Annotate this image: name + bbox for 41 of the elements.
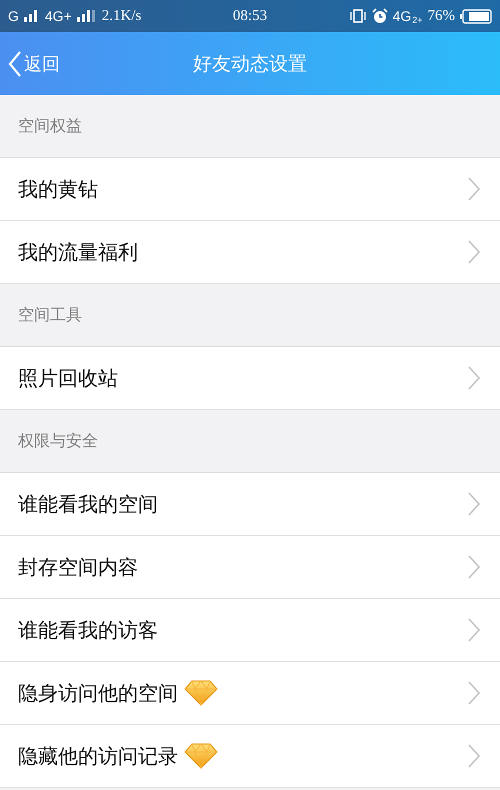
settings-row[interactable]: 封存空间内容 — [0, 536, 500, 599]
settings-row[interactable]: 隐藏他的访问记录 — [0, 725, 500, 788]
settings-row[interactable]: 谁能看我的访客 — [0, 599, 500, 662]
network-speed: 2.1K/s — [102, 8, 142, 24]
signal-icon — [24, 10, 40, 22]
section-title: 空间工具 — [18, 304, 82, 326]
row-label: 封存空间内容 — [18, 554, 138, 580]
network-label: G — [8, 8, 19, 24]
section-title: 空间权益 — [18, 116, 82, 136]
signal-icon — [76, 10, 97, 22]
chevron-icon — [468, 366, 480, 390]
settings-row[interactable]: 隐身访问他的空间 — [0, 662, 500, 725]
chevron-icon — [468, 744, 480, 768]
chevron-icon — [468, 681, 480, 705]
settings-row[interactable]: 照片回收站 — [0, 347, 500, 410]
battery-icon — [460, 8, 492, 24]
chevron-icon — [468, 618, 480, 642]
row-label: 隐身访问他的空间 — [18, 680, 178, 706]
network-label: 4G — [392, 8, 412, 24]
row-label: 谁能看我的空间 — [18, 490, 158, 518]
row-label: 照片回收站 — [18, 364, 118, 392]
vibrate-icon — [348, 9, 367, 23]
clock: 08:53 — [232, 8, 268, 24]
settings-row[interactable]: 我的流量福利 — [0, 221, 500, 284]
row-label: 我的流量福利 — [18, 238, 138, 266]
sim-label: 2+ — [412, 14, 423, 24]
settings-row[interactable]: 我的黄钻 — [0, 158, 500, 221]
chevron-icon — [468, 492, 480, 516]
row-label: 谁能看我的访客 — [18, 616, 158, 644]
row-label: 隐藏他的访问记录 — [18, 742, 178, 770]
network-label: 4G+ — [44, 8, 72, 24]
alarm-icon — [372, 8, 388, 24]
section-title: 权限与安全 — [18, 430, 98, 452]
battery-percent: 76% — [428, 8, 456, 24]
chevron-icon — [468, 240, 480, 264]
chevron-icon — [468, 177, 480, 201]
row-label: 我的黄钻 — [18, 176, 98, 202]
settings-row[interactable]: 谁能看我的空间 — [0, 473, 500, 536]
page-title: 好友动态设置 — [193, 52, 307, 76]
back-chevron-icon — [8, 50, 22, 78]
chevron-icon — [468, 555, 480, 579]
